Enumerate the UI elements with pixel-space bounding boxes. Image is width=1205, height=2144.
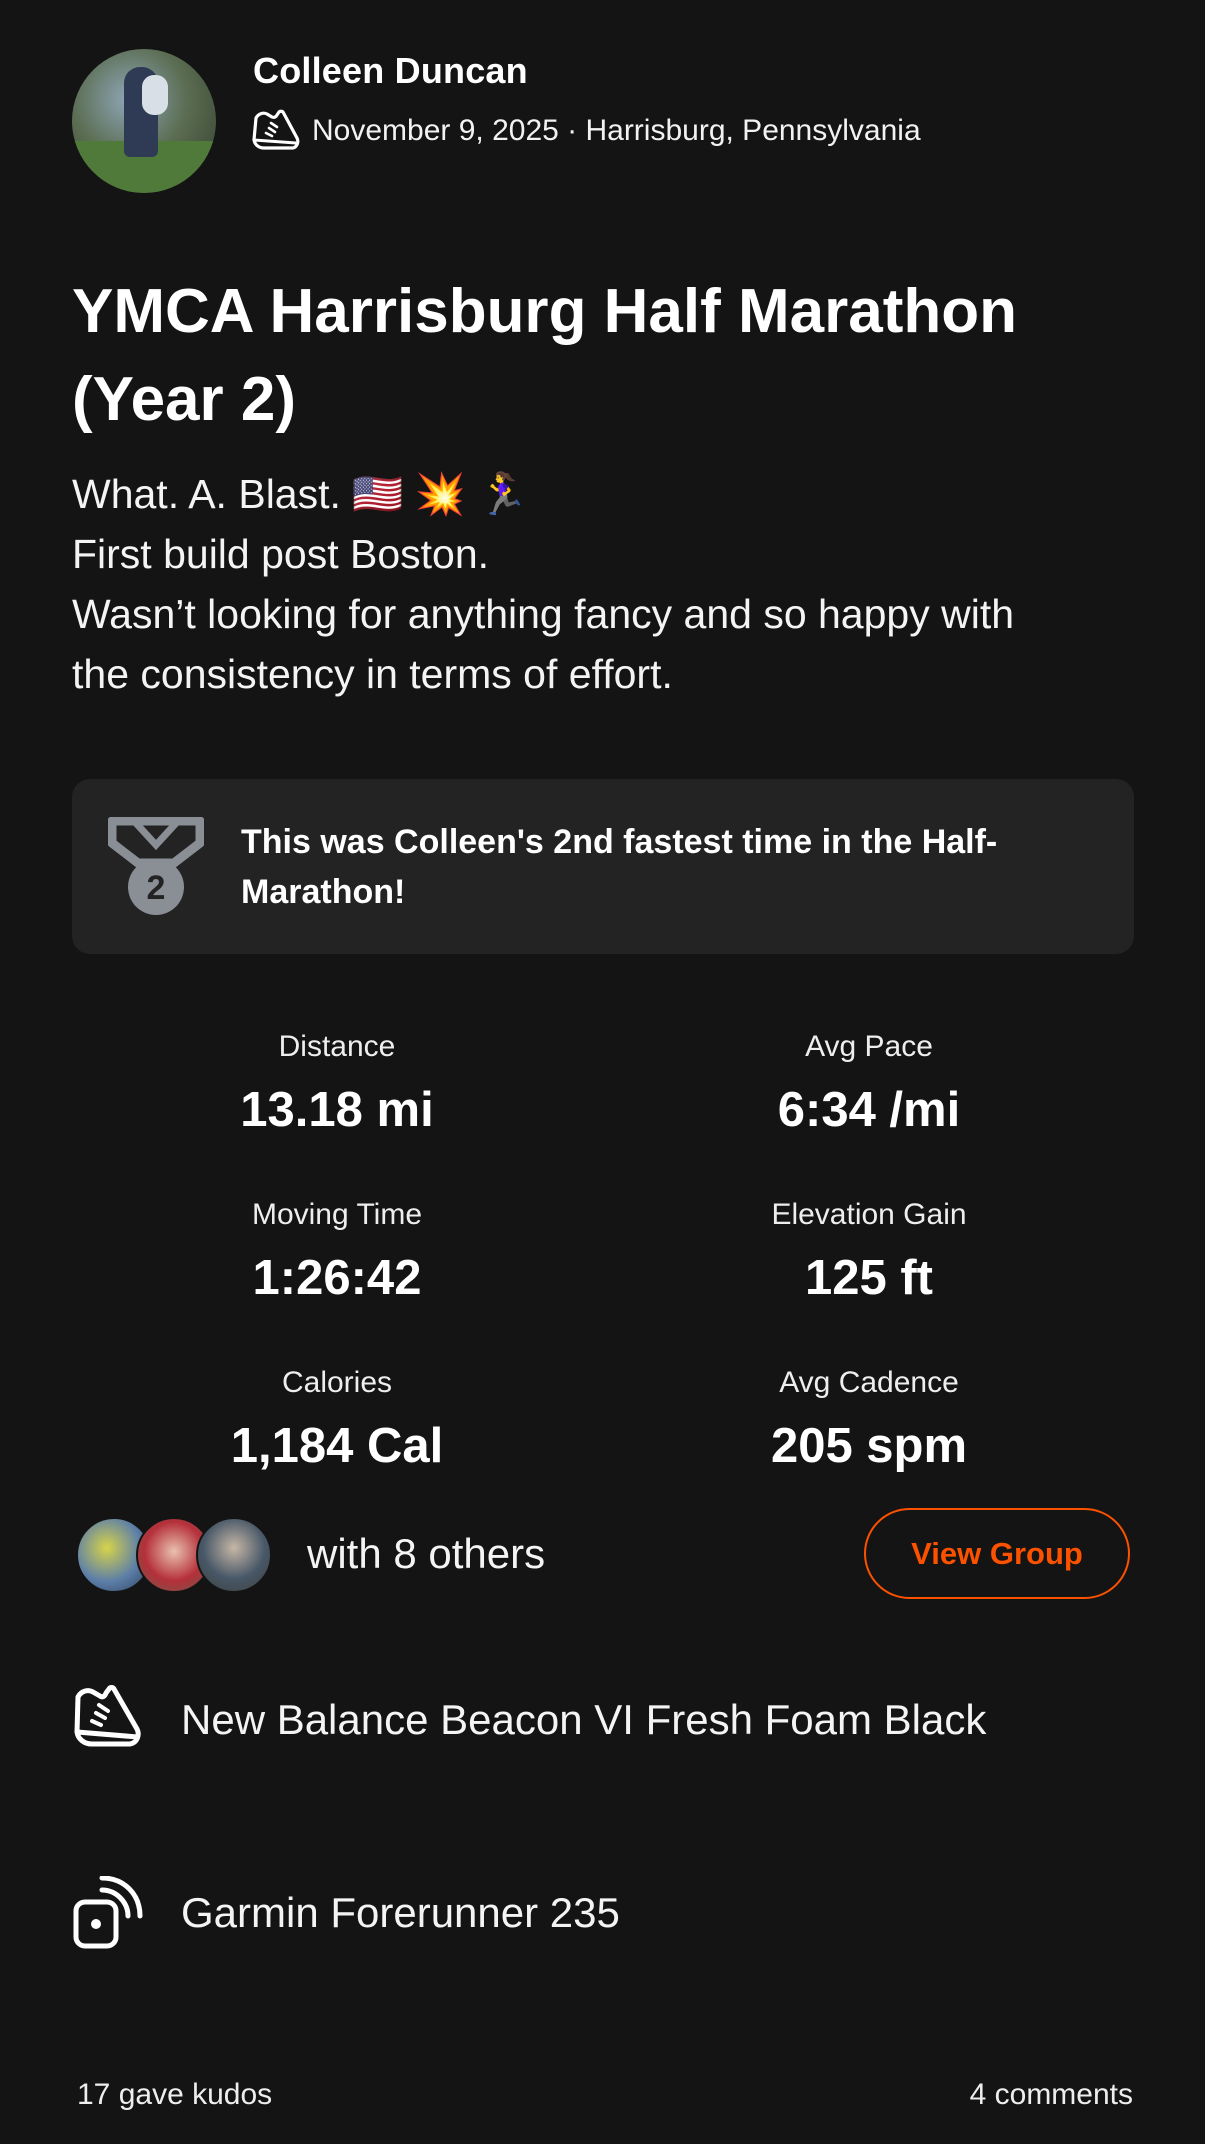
stat-label: Moving Time (251, 1198, 423, 1231)
stat-avg-cadence: Avg Cadence 205 spm (629, 1366, 1109, 1474)
comments-count[interactable]: 4 comments (970, 2078, 1133, 2112)
group-avatars[interactable] (76, 1517, 276, 1593)
stat-value: 1,184 Cal (230, 1419, 444, 1473)
gear-shoes-label: New Balance Beacon VI Fresh Foam Black (181, 1696, 987, 1743)
author-name[interactable]: Colleen Duncan (253, 50, 528, 92)
stat-avg-pace: Avg Pace 6:34 /mi (629, 1030, 1109, 1138)
description-line: What. A. Blast. 🇺🇸 💥 🏃‍♀️ (72, 471, 529, 517)
author-avatar[interactable] (72, 49, 216, 193)
gear-shoes-row[interactable]: New Balance Beacon VI Fresh Foam Black (72, 1683, 986, 1757)
activity-title: YMCA Harrisburg Half Marathon (Year 2) (72, 277, 1018, 434)
achievement-text: This was Colleen's 2nd fastest time in t… (241, 823, 998, 911)
stat-label: Avg Pace (805, 1030, 933, 1063)
stat-label: Calories (281, 1366, 393, 1399)
activity-meta: November 9, 2025 · Harrisburg, Pennsylva… (250, 108, 921, 154)
view-group-button[interactable]: View Group (864, 1508, 1130, 1599)
group-member-avatar[interactable] (196, 1517, 272, 1593)
activity-page: Colleen Duncan November 9, 2025 · Harris… (0, 0, 1205, 2144)
stat-label: Elevation Gain (771, 1198, 967, 1231)
stat-elevation-gain: Elevation Gain 125 ft (629, 1198, 1109, 1306)
description-line: the consistency in terms of effort. (72, 651, 673, 697)
date-location: November 9, 2025 · Harrisburg, Pennsylva… (312, 114, 921, 147)
avatar-photo-child (142, 75, 168, 115)
stat-value: 13.18 mi (240, 1083, 434, 1137)
stat-value: 6:34 /mi (777, 1083, 961, 1137)
description-line: First build post Boston. (72, 531, 490, 577)
stat-value: 1:26:42 (252, 1251, 422, 1305)
running-shoe-icon (252, 109, 300, 150)
stat-value: 205 spm (770, 1419, 968, 1473)
medal-icon: 2 (108, 817, 204, 915)
stat-label: Distance (278, 1030, 396, 1063)
kudos-count[interactable]: 17 gave kudos (77, 2078, 272, 2112)
achievement-card[interactable]: 2 This was Colleen's 2nd fastest time in… (72, 779, 1134, 954)
group-with-others[interactable]: with 8 others (307, 1530, 545, 1578)
stat-label: Avg Cadence (779, 1366, 959, 1399)
stat-calories: Calories 1,184 Cal (97, 1366, 577, 1474)
gear-device-row[interactable]: Garmin Forerunner 235 (72, 1876, 620, 1950)
stat-moving-time: Moving Time 1:26:42 (97, 1198, 577, 1306)
activity-description: What. A. Blast. 🇺🇸 💥 🏃‍♀️ First build po… (72, 464, 1152, 704)
description-line: Wasn’t looking for anything fancy and so… (72, 591, 1015, 637)
connected-device-icon (73, 1876, 143, 1949)
stat-distance: Distance 13.18 mi (97, 1030, 577, 1138)
shoe-icon (74, 1685, 141, 1747)
stat-value: 125 ft (804, 1251, 933, 1305)
gear-device-label: Garmin Forerunner 235 (181, 1889, 620, 1936)
medal-number: 2 (147, 869, 166, 907)
